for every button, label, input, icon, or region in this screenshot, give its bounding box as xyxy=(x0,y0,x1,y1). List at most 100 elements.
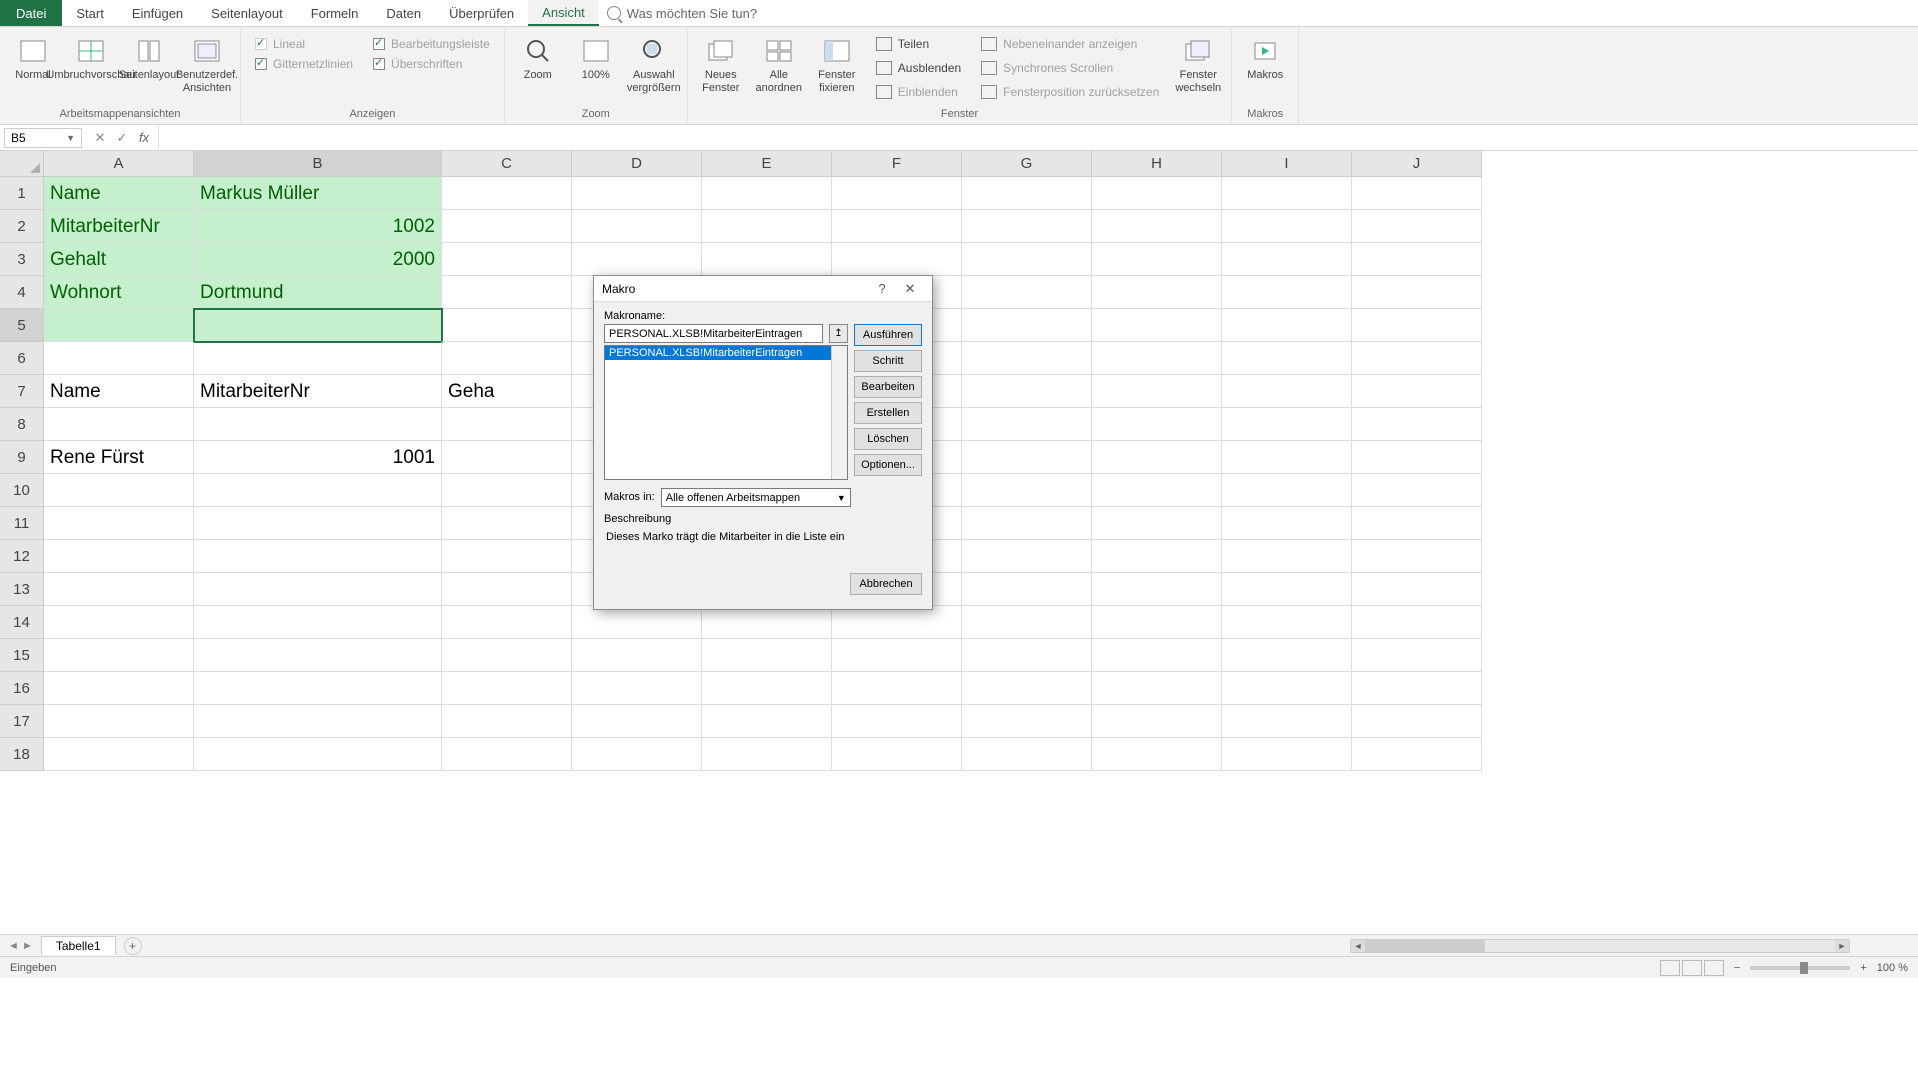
dialog-help-button[interactable]: ? xyxy=(868,281,896,296)
row-header-15[interactable]: 15 xyxy=(0,639,44,672)
zoom-button[interactable]: Zoom xyxy=(511,33,565,84)
row-header-14[interactable]: 14 xyxy=(0,606,44,639)
cell-A14[interactable] xyxy=(44,606,194,639)
arrange-all-button[interactable]: Alle anordnen xyxy=(752,33,806,97)
cell-B17[interactable] xyxy=(194,705,442,738)
cell-C12[interactable] xyxy=(442,540,572,573)
cell-I4[interactable] xyxy=(1222,276,1352,309)
cell-J17[interactable] xyxy=(1352,705,1482,738)
cell-A10[interactable] xyxy=(44,474,194,507)
row-header-10[interactable]: 10 xyxy=(0,474,44,507)
cell-G17[interactable] xyxy=(962,705,1092,738)
cell-F14[interactable] xyxy=(832,606,962,639)
cell-I9[interactable] xyxy=(1222,441,1352,474)
cancel-entry-button[interactable]: ✕ xyxy=(92,130,108,146)
cell-I2[interactable] xyxy=(1222,210,1352,243)
cell-I17[interactable] xyxy=(1222,705,1352,738)
cell-J11[interactable] xyxy=(1352,507,1482,540)
row-header-9[interactable]: 9 xyxy=(0,441,44,474)
cell-I7[interactable] xyxy=(1222,375,1352,408)
cell-B5[interactable] xyxy=(194,309,442,342)
scroll-left-icon[interactable]: ◄ xyxy=(1351,940,1365,952)
row-header-6[interactable]: 6 xyxy=(0,342,44,375)
cell-G6[interactable] xyxy=(962,342,1092,375)
cell-H4[interactable] xyxy=(1092,276,1222,309)
cell-H2[interactable] xyxy=(1092,210,1222,243)
tell-me-search[interactable]: Was möchten Sie tun? xyxy=(599,0,765,26)
row-header-1[interactable]: 1 xyxy=(0,177,44,210)
macros-button[interactable]: Makros xyxy=(1238,33,1292,84)
cell-H8[interactable] xyxy=(1092,408,1222,441)
check-formula-bar[interactable]: Bearbeitungsleiste xyxy=(373,37,490,51)
cell-D17[interactable] xyxy=(572,705,702,738)
cell-B15[interactable] xyxy=(194,639,442,672)
zoom-slider[interactable] xyxy=(1750,966,1850,970)
accept-entry-button[interactable]: ✓ xyxy=(114,130,130,146)
cell-F17[interactable] xyxy=(832,705,962,738)
row-header-17[interactable]: 17 xyxy=(0,705,44,738)
cell-H16[interactable] xyxy=(1092,672,1222,705)
dialog-close-button[interactable]: ✕ xyxy=(896,281,924,297)
range-ref-button[interactable]: ↥ xyxy=(829,324,848,343)
view-pagelayout-button[interactable]: Seitenlayout xyxy=(122,33,176,84)
cell-J18[interactable] xyxy=(1352,738,1482,771)
cell-F1[interactable] xyxy=(832,177,962,210)
cell-J9[interactable] xyxy=(1352,441,1482,474)
cell-C15[interactable] xyxy=(442,639,572,672)
cell-B7[interactable]: MitarbeiterNr xyxy=(194,375,442,408)
tab-start[interactable]: Start xyxy=(62,0,117,26)
view-custom-button[interactable]: Benutzerdef. Ansichten xyxy=(180,33,234,97)
cell-G16[interactable] xyxy=(962,672,1092,705)
cell-B2[interactable]: 1002 xyxy=(194,210,442,243)
cell-C10[interactable] xyxy=(442,474,572,507)
cell-C3[interactable] xyxy=(442,243,572,276)
cell-B13[interactable] xyxy=(194,573,442,606)
tab-seitenlayout[interactable]: Seitenlayout xyxy=(197,0,297,26)
cell-E2[interactable] xyxy=(702,210,832,243)
cell-A8[interactable] xyxy=(44,408,194,441)
options-button[interactable]: Optionen... xyxy=(854,454,922,476)
cell-I16[interactable] xyxy=(1222,672,1352,705)
cell-D2[interactable] xyxy=(572,210,702,243)
cell-D18[interactable] xyxy=(572,738,702,771)
cell-J3[interactable] xyxy=(1352,243,1482,276)
row-header-4[interactable]: 4 xyxy=(0,276,44,309)
cell-F3[interactable] xyxy=(832,243,962,276)
cell-I3[interactable] xyxy=(1222,243,1352,276)
cell-B1[interactable]: Markus Müller xyxy=(194,177,442,210)
cell-E1[interactable] xyxy=(702,177,832,210)
cell-A13[interactable] xyxy=(44,573,194,606)
delete-button[interactable]: Löschen xyxy=(854,428,922,450)
zoom-level[interactable]: 100 % xyxy=(1877,962,1908,974)
tab-ansicht[interactable]: Ansicht xyxy=(528,0,599,26)
cell-A3[interactable]: Gehalt xyxy=(44,243,194,276)
cell-B12[interactable] xyxy=(194,540,442,573)
cell-J13[interactable] xyxy=(1352,573,1482,606)
cell-F15[interactable] xyxy=(832,639,962,672)
cell-B18[interactable] xyxy=(194,738,442,771)
file-tab[interactable]: Datei xyxy=(0,0,62,26)
col-header-D[interactable]: D xyxy=(572,151,702,177)
list-scrollbar[interactable] xyxy=(831,346,847,479)
cell-A6[interactable] xyxy=(44,342,194,375)
cell-J16[interactable] xyxy=(1352,672,1482,705)
cell-I15[interactable] xyxy=(1222,639,1352,672)
view-mode-buttons[interactable] xyxy=(1660,960,1724,976)
cell-C16[interactable] xyxy=(442,672,572,705)
run-button[interactable]: Ausführen xyxy=(854,324,922,346)
cell-I6[interactable] xyxy=(1222,342,1352,375)
cell-J7[interactable] xyxy=(1352,375,1482,408)
cell-J8[interactable] xyxy=(1352,408,1482,441)
cell-G1[interactable] xyxy=(962,177,1092,210)
sheet-tab-tabelle1[interactable]: Tabelle1 xyxy=(41,936,116,955)
row-header-12[interactable]: 12 xyxy=(0,540,44,573)
col-header-B[interactable]: B xyxy=(194,151,442,177)
cell-B3[interactable]: 2000 xyxy=(194,243,442,276)
insert-function-button[interactable]: fx xyxy=(136,130,152,145)
cell-C9[interactable] xyxy=(442,441,572,474)
macroname-input[interactable] xyxy=(604,324,823,343)
cell-D3[interactable] xyxy=(572,243,702,276)
macros-in-select[interactable]: Alle offenen Arbeitsmappen▼ xyxy=(661,488,851,507)
col-header-F[interactable]: F xyxy=(832,151,962,177)
cell-H17[interactable] xyxy=(1092,705,1222,738)
